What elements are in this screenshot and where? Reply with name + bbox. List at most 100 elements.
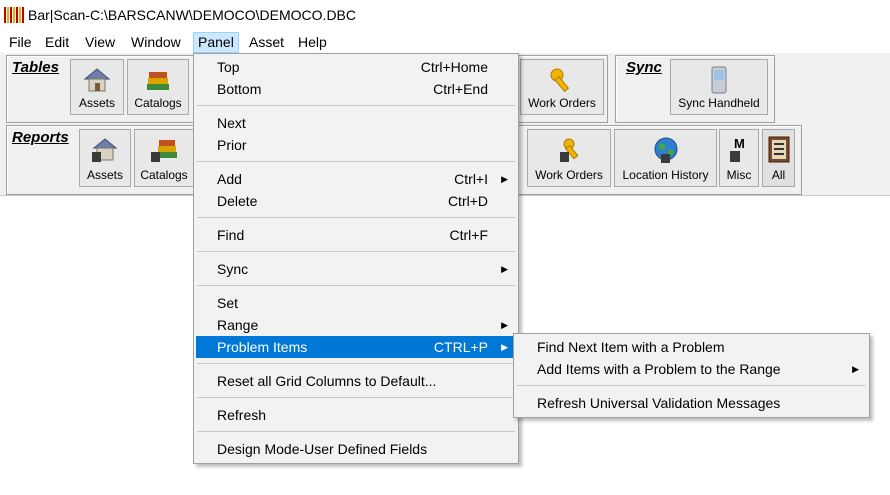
window-title: Bar|Scan-C:\BARSCANW\DEMOCO\DEMOCO.DBC [28,7,357,23]
reports-catalogs-button[interactable]: Catalogs [134,129,194,187]
menu-item-set[interactable]: Set [196,292,516,314]
menu-item-add-shortcut: Ctrl+I [454,171,488,187]
reports-misc-label: Misc [726,168,752,182]
submenu-arrow-icon: ▶ [501,264,508,274]
menu-item-design-mode-label: Design Mode-User Defined Fields [217,441,428,457]
menu-item-problem-items-shortcut: CTRL+P [433,339,488,355]
menu-separator [197,161,515,162]
panel-menu: Top Ctrl+Home Bottom Ctrl+End Next Prior… [193,53,519,464]
menu-item-design-mode[interactable]: Design Mode-User Defined Fields [196,438,516,460]
menu-view[interactable]: View [81,33,119,52]
menu-item-delete-label: Delete [217,193,258,209]
tables-catalogs-label: Catalogs [134,96,182,110]
menu-item-reset-grid-columns-label: Reset all Grid Columns to Default... [217,373,437,389]
wrench-report-icon [560,138,579,162]
menu-item-problem-items-label: Problem Items [217,339,308,355]
sync-handheld-label: Sync Handheld [678,96,760,110]
reports-all-button[interactable]: All [762,129,795,187]
submenu-item-add-problems-to-range-label: Add Items with a Problem to the Range [537,361,781,377]
menu-separator [197,363,515,364]
menu-item-refresh-label: Refresh [217,407,267,423]
menu-asset[interactable]: Asset [245,33,288,52]
menu-item-delete-shortcut: Ctrl+D [447,193,488,209]
menu-bar: File Edit View Window Panel Asset Help [0,31,890,53]
handheld-device-icon [711,66,727,94]
reports-catalogs-label: Catalogs [140,168,188,182]
menu-item-bottom-label: Bottom [217,81,262,97]
house-icon [83,68,111,92]
house-report-icon [92,138,118,162]
title-bar: Bar|Scan-C:\BARSCANW\DEMOCO\DEMOCO.DBC [0,0,890,31]
submenu-item-refresh-validation-label: Refresh Universal Validation Messages [537,395,781,411]
wrench-icon [550,68,570,93]
books-icon [147,72,169,90]
submenu-item-refresh-validation[interactable]: Refresh Universal Validation Messages [516,392,867,414]
menu-panel[interactable]: Panel [193,32,239,53]
books-report-icon [151,140,177,162]
sync-group-label: Sync [626,59,662,76]
submenu-arrow-icon: ▶ [852,364,859,374]
menu-item-delete[interactable]: Delete Ctrl+D [196,190,516,212]
menu-item-set-label: Set [217,295,239,311]
reports-location-history-label: Location History [622,168,709,182]
submenu-arrow-icon: ▶ [501,320,508,330]
menu-item-prior-label: Prior [217,137,247,153]
menu-item-add[interactable]: Add Ctrl+I ▶ [196,168,516,190]
all-reports-icon [768,136,789,163]
submenu-arrow-icon: ▶ [501,342,508,352]
menu-separator [197,217,515,218]
menu-item-next-label: Next [217,115,246,131]
reports-location-history-button[interactable]: Location History [614,129,717,187]
menu-item-next[interactable]: Next [196,112,516,134]
menu-item-top-label: Top [217,59,240,75]
reports-work-orders-button[interactable]: Work Orders [527,129,611,187]
menu-item-find-label: Find [217,227,245,243]
barscan-app-icon [4,7,24,23]
misc-report-icon: M [730,136,745,162]
globe-icon [654,137,677,163]
menu-item-problem-items[interactable]: Problem Items CTRL+P ▶ [196,336,516,358]
menu-edit[interactable]: Edit [41,33,73,52]
menu-item-find[interactable]: Find Ctrl+F [196,224,516,246]
menu-separator [197,397,515,398]
menu-separator [517,385,866,386]
submenu-item-find-next-problem-label: Find Next Item with a Problem [537,339,725,355]
menu-item-bottom[interactable]: Bottom Ctrl+End [196,78,516,100]
tables-catalogs-button[interactable]: Catalogs [127,59,189,115]
menu-item-bottom-shortcut: Ctrl+End [433,81,488,97]
menu-item-prior[interactable]: Prior [196,134,516,156]
tables-assets-button[interactable]: Assets [70,59,124,115]
menu-separator [197,431,515,432]
problem-items-submenu: Find Next Item with a Problem Add Items … [513,333,870,418]
sync-handheld-button[interactable]: Sync Handheld [670,59,768,115]
submenu-item-find-next-problem[interactable]: Find Next Item with a Problem [516,336,867,358]
reports-all-label: All [771,168,786,182]
menu-help[interactable]: Help [294,33,331,52]
menu-item-range-label: Range [217,317,259,333]
tables-work-orders-label: Work Orders [528,96,596,110]
svg-text:M: M [734,136,745,151]
tables-group-label: Tables [12,59,59,76]
menu-file[interactable]: File [5,33,36,52]
menu-item-reset-grid-columns[interactable]: Reset all Grid Columns to Default... [196,370,516,392]
menu-window[interactable]: Window [127,33,185,52]
reports-misc-button[interactable]: M Misc [719,129,759,187]
menu-item-top-shortcut: Ctrl+Home [420,59,488,75]
tables-work-orders-button[interactable]: Work Orders [520,59,604,115]
reports-group-label: Reports [12,129,69,146]
menu-item-top[interactable]: Top Ctrl+Home [196,56,516,78]
menu-separator [197,251,515,252]
menu-separator [197,105,515,106]
menu-item-sync-label: Sync [217,261,249,277]
menu-item-add-label: Add [217,171,242,187]
submenu-arrow-icon: ▶ [501,174,508,184]
tables-assets-label: Assets [78,96,115,110]
menu-separator [197,285,515,286]
reports-assets-label: Assets [86,168,123,182]
menu-item-find-shortcut: Ctrl+F [449,227,489,243]
submenu-item-add-problems-to-range[interactable]: Add Items with a Problem to the Range ▶ [516,358,867,380]
reports-assets-button[interactable]: Assets [79,129,131,187]
menu-item-range[interactable]: Range ▶ [196,314,516,336]
menu-item-sync[interactable]: Sync ▶ [196,258,516,280]
menu-item-refresh[interactable]: Refresh [196,404,516,426]
